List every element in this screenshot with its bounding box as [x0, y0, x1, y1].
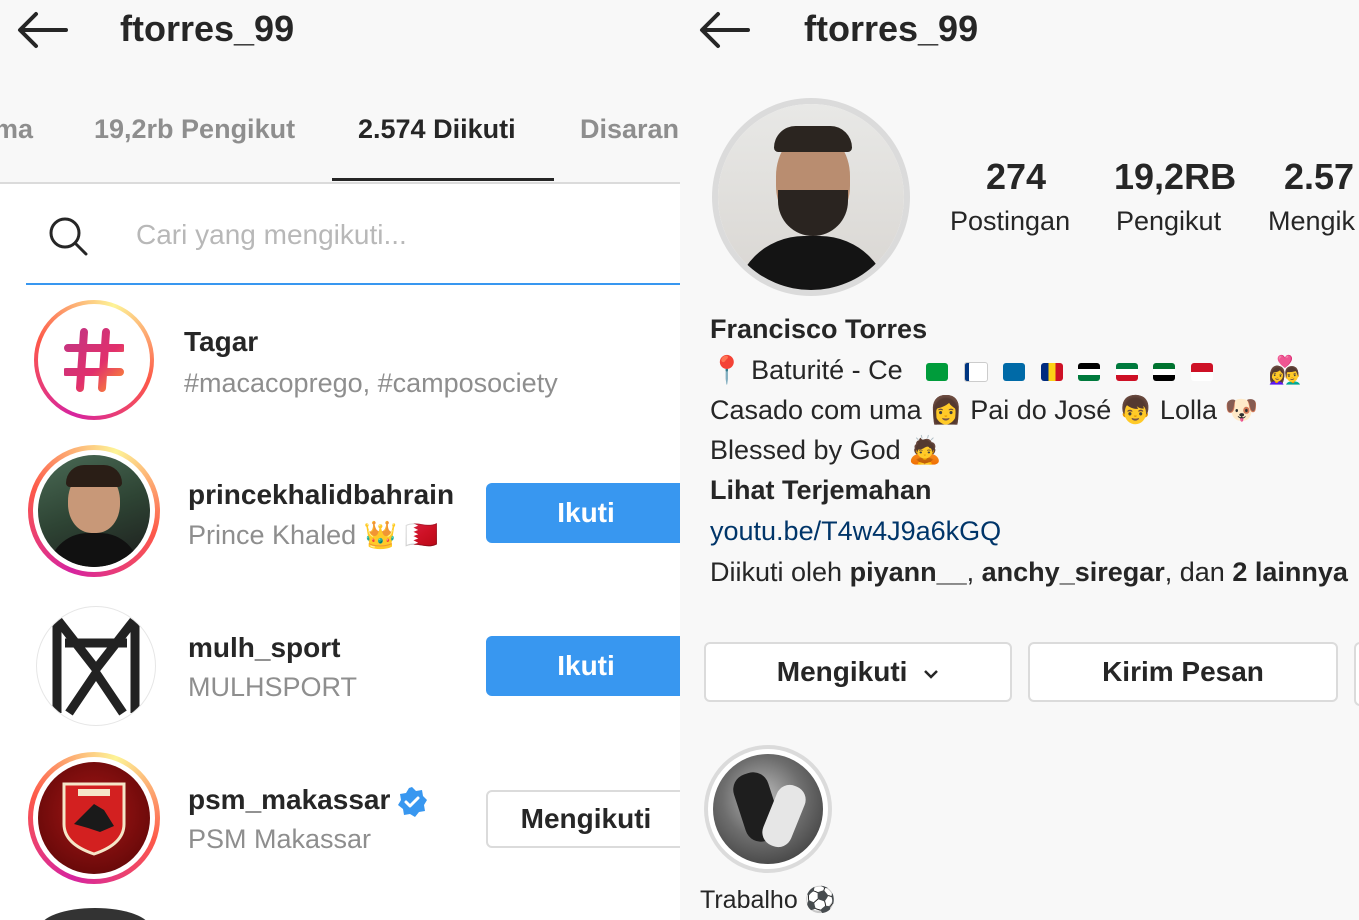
followed-by-prefix: Diikuti oleh [710, 557, 843, 587]
profile-username: ftorres_99 [804, 8, 979, 49]
bio-location-text: 📍 Baturité - Ce [710, 355, 903, 385]
following-count[interactable]: 2.57 [1284, 156, 1354, 198]
list-item-name: mulh_sport [188, 632, 341, 663]
tab-mutual[interactable]: ma [0, 114, 33, 145]
send-message-button[interactable]: Kirim Pesan [1028, 642, 1338, 702]
flag-palestine-icon [1078, 362, 1101, 381]
profile-full-name: Francisco Torres [710, 314, 928, 344]
more-options-button[interactable] [1354, 642, 1359, 706]
hashtag-icon [64, 328, 124, 392]
bio-line-family: Casado com uma 👩 Pai do José 👦 Lolla 🐶 [710, 395, 1259, 425]
follow-button[interactable]: Ikuti [486, 636, 680, 696]
followed-by-user[interactable]: piyann__ [850, 557, 967, 587]
following-list-panel: ftorres_99 ma 19,2rb Pengikut 2.574 Diik… [0, 0, 680, 920]
couple-emoji-icon: 👩‍❤️‍👨 [1268, 355, 1302, 385]
bio-website-link[interactable]: youtu.be/T4w4J9a6kGQ [710, 516, 1001, 547]
top-bar: ftorres_99 [0, 0, 680, 62]
list-item[interactable]: mulh_sport MULHSPORT Ikuti [0, 600, 680, 750]
tab-suggested[interactable]: Disaran [580, 114, 679, 145]
list-item-subtitle: Prince Khaled 👑 🇧🇭 [188, 520, 439, 550]
followed-by-user[interactable]: anchy_siregar [982, 557, 1165, 587]
list-item-subtitle: PSM Makassar [188, 824, 372, 854]
highlight-label: Trabalho ⚽ [700, 886, 836, 914]
list-item[interactable]: Tagar #macacoprego, #camposociety [0, 298, 680, 448]
flag-brazil-icon [926, 362, 949, 381]
following-label[interactable]: Mengik [1268, 206, 1355, 237]
followers-label[interactable]: Pengikut [1116, 206, 1221, 237]
flag-uae-icon [1153, 362, 1176, 381]
hashtag-avatar [34, 300, 154, 420]
list-item-name: Tagar [184, 326, 259, 357]
active-tab-indicator [332, 178, 554, 181]
back-arrow-icon[interactable] [14, 8, 70, 52]
psm-shield-icon [62, 782, 126, 856]
mulh-logo-icon [52, 616, 140, 716]
avatar [28, 752, 160, 884]
list-item-subtitle: #macacoprego, #camposociety [184, 368, 558, 398]
list-item[interactable]: princekhalidbahrain Prince Khaled 👑 🇧🇭 I… [0, 445, 680, 595]
following-dropdown-button[interactable]: Mengikuti [704, 642, 1012, 702]
avatar [36, 606, 156, 726]
search-input[interactable] [134, 212, 658, 258]
profile-username: ftorres_99 [120, 8, 295, 49]
bio-line-location: 📍 Baturité - Ce 👩‍❤️‍👨 [710, 354, 1302, 386]
following-button-label: Mengikuti [776, 656, 908, 687]
list-item-name: psm_makassar [188, 784, 391, 815]
bio-line-blessed: Blessed by God 🙇 [710, 435, 942, 465]
followed-by-more[interactable]: 2 lainnya [1232, 557, 1348, 587]
followed-by-text[interactable]: Diikuti oleh piyann__, anchy_siregar, da… [710, 557, 1348, 588]
list-item-subtitle: MULHSPORT [188, 672, 358, 702]
followed-by-and: , dan [1164, 557, 1225, 587]
tab-following[interactable]: 2.574 Diikuti [358, 114, 516, 145]
back-arrow-icon[interactable] [696, 8, 752, 52]
followed-by-separator: , [966, 557, 975, 587]
chevron-down-icon [924, 669, 939, 679]
flag-indonesia-icon [1190, 362, 1213, 381]
see-translation-link[interactable]: Lihat Terjemahan [710, 475, 932, 506]
following-button[interactable]: Mengikuti [486, 790, 680, 848]
story-highlight[interactable] [704, 745, 832, 873]
search-icon [49, 217, 88, 256]
followers-count[interactable]: 19,2RB [1114, 156, 1236, 198]
flag-icons [922, 355, 1224, 385]
search-bar [26, 188, 680, 285]
flag-romania-icon [1040, 362, 1063, 381]
top-bar: ftorres_99 [680, 0, 1359, 62]
list-item-name: princekhalidbahrain [188, 479, 455, 510]
list-item[interactable]: psm_makassar PSM Makassar Mengikuti [0, 750, 680, 900]
verified-badge-icon [398, 787, 427, 817]
follow-button[interactable]: Ikuti [486, 483, 680, 543]
flag-sweden-icon [1003, 362, 1026, 381]
tab-bar: ma 19,2rb Pengikut 2.574 Diikuti Disaran [0, 62, 680, 184]
posts-label: Postingan [950, 206, 1071, 236]
avatar [40, 908, 150, 920]
profile-picture[interactable] [712, 98, 910, 296]
flag-finland-icon [963, 361, 988, 382]
avatar [28, 445, 160, 577]
flag-kuwait-icon [1115, 362, 1138, 381]
tab-followers[interactable]: 19,2rb Pengikut [94, 114, 295, 145]
posts-count: 274 [986, 156, 1047, 197]
